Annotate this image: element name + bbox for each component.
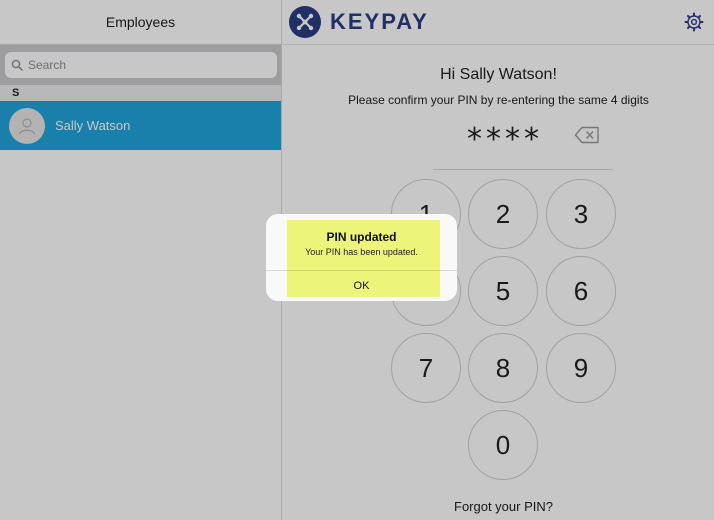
alert-message: Your PIN has been updated. (305, 247, 418, 257)
ok-button[interactable]: OK (266, 274, 457, 298)
pin-updated-alert: PIN updated Your PIN has been updated. O… (266, 214, 457, 301)
alert-divider (266, 270, 457, 271)
alert-title: PIN updated (326, 230, 397, 244)
